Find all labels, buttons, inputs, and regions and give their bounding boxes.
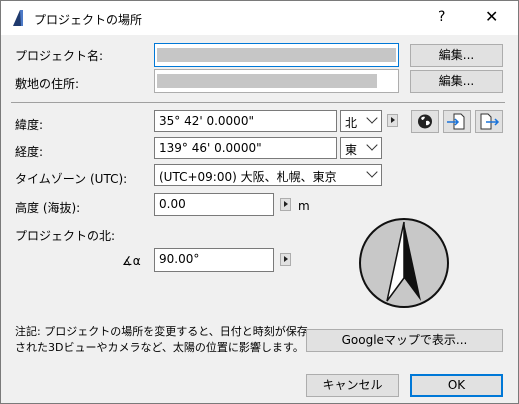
altitude-unit: m [298,199,310,213]
chevron-down-icon [366,139,378,151]
chevron-down-icon [366,166,378,178]
timezone-value: (UTC+09:00) 大阪、札幌、東京 [159,170,337,184]
latitude-label: 緯度: [15,118,44,132]
altitude-input[interactable]: 0.00 [154,193,274,216]
north-expand-arrow[interactable] [280,253,291,266]
close-button[interactable]: ✕ [485,7,498,26]
note-line-2: された3Dビューやカメラなど、太陽の位置に影響します。 [15,341,304,354]
project-name-label: プロジェクト名: [15,49,104,63]
globe-button[interactable] [411,110,439,133]
export-location-button[interactable] [475,110,503,133]
project-location-dialog: プロジェクトの場所 ? ✕ プロジェクト名: 編集... 敷地の住所: 編集..… [0,0,519,404]
export-location-icon [480,113,500,130]
altitude-expand-arrow[interactable] [280,198,291,211]
timezone-label: タイムゾーン (UTC): [15,172,128,186]
cancel-button[interactable]: キャンセル [306,374,399,397]
latitude-input[interactable]: 35° 42' 0.0000" [154,110,337,132]
site-address-label: 敷地の住所: [15,77,80,91]
note-line-1: 注記: プロジェクトの場所を変更すると、日付と時刻が保存 [15,325,308,338]
title-bar: プロジェクトの場所 ? ✕ [1,1,518,35]
project-north-angle-input[interactable]: 90.00° [154,248,274,272]
edit-project-name-button[interactable]: 編集... [410,44,503,67]
latitude-expand-arrow[interactable] [387,114,398,127]
longitude-direction-select[interactable]: 東 [340,137,382,159]
project-name-field[interactable] [154,43,399,67]
chevron-down-icon [366,112,378,124]
show-google-maps-button[interactable]: Googleマップで表示... [306,329,503,352]
project-north-label: プロジェクトの北: [15,229,116,243]
angle-icon: ∡α [122,254,141,268]
timezone-select[interactable]: (UTC+09:00) 大阪、札幌、東京 [154,164,382,186]
import-location-button[interactable] [443,110,471,133]
import-location-icon [447,113,465,130]
latitude-direction-select[interactable]: 北 [340,110,382,132]
north-compass-icon[interactable] [357,216,451,310]
help-button[interactable]: ? [438,9,445,25]
longitude-direction-value: 東 [345,143,358,157]
globe-icon [418,114,432,129]
longitude-input[interactable]: 139° 46' 0.0000" [154,137,337,159]
longitude-label: 経度: [15,145,44,159]
latitude-direction-value: 北 [345,116,358,130]
archicad-app-icon [13,10,23,26]
redacted-block [157,48,396,62]
window-title: プロジェクトの場所 [34,13,143,27]
edit-site-address-button[interactable]: 編集... [410,70,503,93]
separator [11,102,505,103]
ok-button[interactable]: OK [410,374,503,397]
redacted-block [157,74,377,88]
altitude-label: 高度 (海抜): [15,201,81,215]
site-address-field[interactable] [154,69,399,93]
